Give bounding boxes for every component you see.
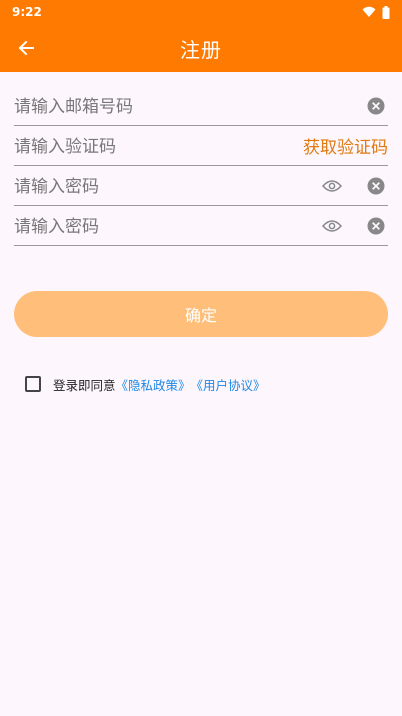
- page-title: 注册: [180, 37, 222, 62]
- status-bar: 9:22: [0, 0, 402, 24]
- status-icons: [362, 5, 390, 19]
- verification-code-input[interactable]: [14, 126, 303, 165]
- confirm-button[interactable]: 确定: [14, 291, 388, 337]
- email-row: [14, 86, 388, 126]
- agreement-row: 登录即同意 《隐私政策》 《用户协议》: [25, 374, 266, 394]
- email-input[interactable]: [14, 86, 364, 125]
- confirm-password-input[interactable]: [14, 206, 320, 245]
- clear-icon: [367, 97, 385, 114]
- confirm-password-clear-button[interactable]: [364, 214, 388, 238]
- confirm-password-visibility-toggle[interactable]: [320, 214, 344, 238]
- status-time: 9:22: [12, 5, 42, 19]
- code-row: 获取验证码: [14, 126, 388, 166]
- eye-icon: [322, 179, 342, 192]
- password-input[interactable]: [14, 166, 320, 205]
- agreement-prefix: 登录即同意: [53, 377, 116, 393]
- user-agreement-link[interactable]: 《用户协议》: [191, 375, 266, 394]
- register-form: 获取验证码: [14, 86, 388, 246]
- battery-icon: [382, 5, 390, 19]
- password-row: [14, 166, 388, 206]
- confirm-password-row: [14, 206, 388, 246]
- email-clear-button[interactable]: [364, 94, 388, 118]
- privacy-policy-link[interactable]: 《隐私政策》: [116, 375, 191, 394]
- get-code-button[interactable]: 获取验证码: [303, 133, 388, 158]
- clear-icon: [367, 217, 385, 234]
- app-bar: 注册: [0, 24, 402, 72]
- agreement-checkbox[interactable]: [25, 376, 41, 392]
- password-clear-button[interactable]: [364, 174, 388, 198]
- back-button[interactable]: [12, 34, 40, 62]
- arrow-left-icon: [18, 40, 34, 56]
- clear-icon: [367, 177, 385, 194]
- wifi-icon: [362, 6, 376, 17]
- eye-icon: [322, 219, 342, 232]
- password-visibility-toggle[interactable]: [320, 174, 344, 198]
